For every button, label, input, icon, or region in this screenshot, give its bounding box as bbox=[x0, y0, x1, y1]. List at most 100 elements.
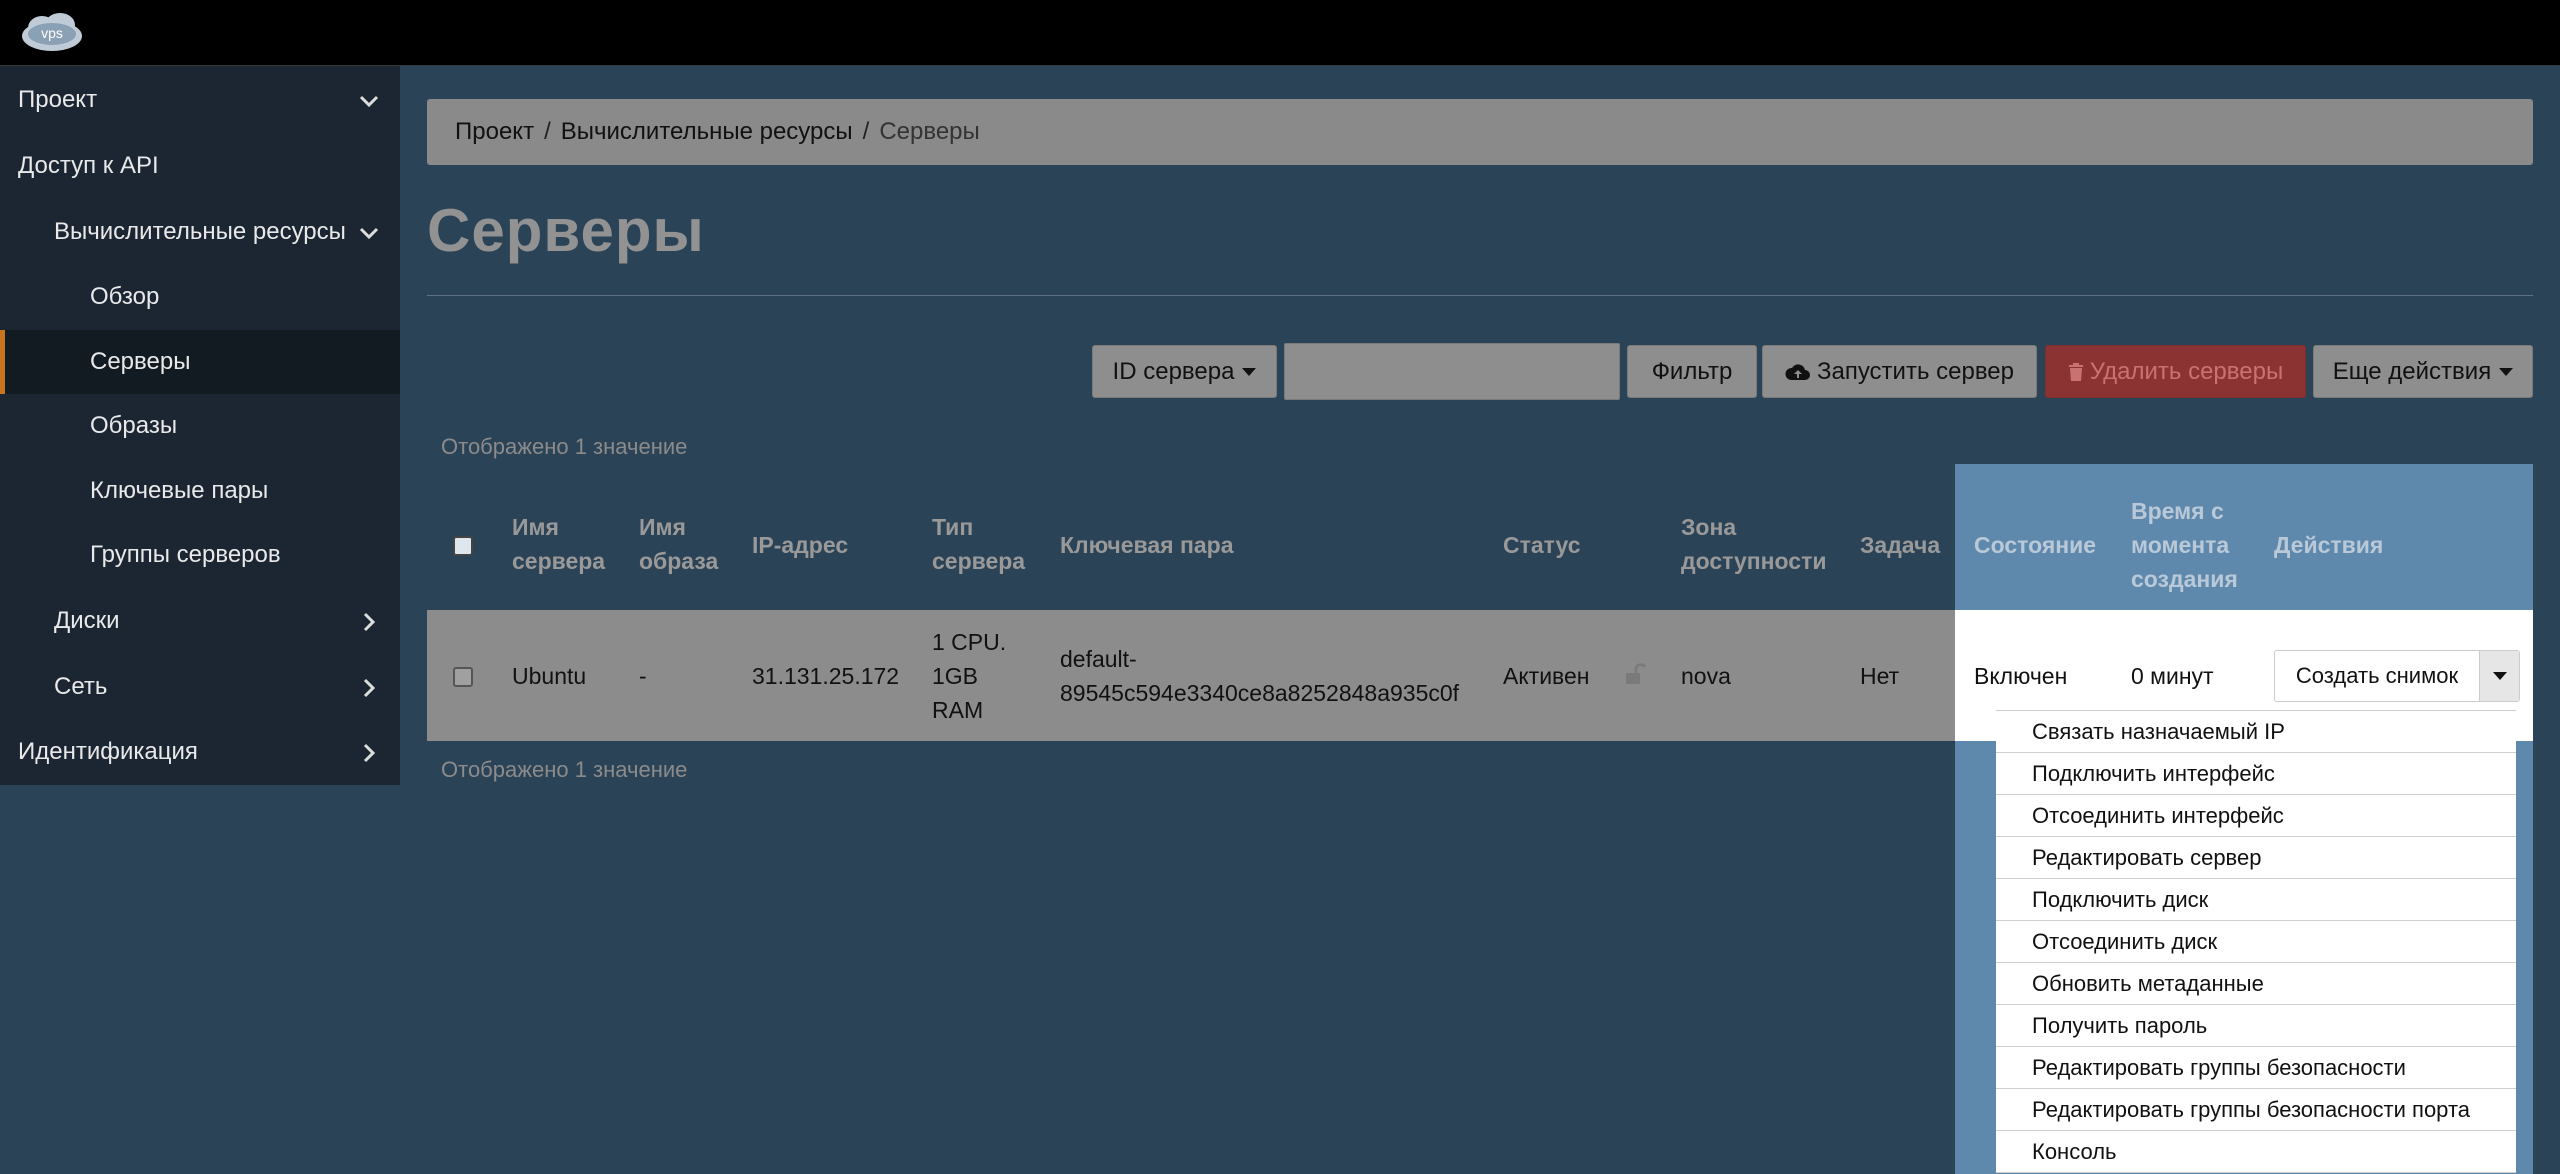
header-line: сервера bbox=[512, 548, 606, 574]
top-navbar: vps bbox=[0, 0, 2560, 66]
menu-item-edit-server[interactable]: Редактировать сервер bbox=[1996, 837, 2516, 879]
header-line: Тип bbox=[932, 514, 974, 540]
caret-down-icon bbox=[2499, 367, 2514, 376]
row-actions-menu: Связать назначаемый IP Подключить интерф… bbox=[1996, 710, 2516, 1173]
column-header-name[interactable]: Имя сервера bbox=[512, 510, 605, 578]
items-count-bottom: Отображено 1 значение bbox=[441, 757, 688, 782]
sidebar-item-volumes[interactable]: Диски bbox=[0, 589, 400, 653]
column-header-keypair[interactable]: Ключевая пара bbox=[1060, 528, 1234, 562]
chevron-down-icon bbox=[359, 95, 379, 108]
create-snapshot-button[interactable]: Создать снимок bbox=[2275, 651, 2479, 701]
sidebar-item-label: Диски bbox=[54, 607, 120, 634]
menu-item-edit-security-groups[interactable]: Редактировать группы безопасности bbox=[1996, 1047, 2516, 1089]
cell-line: RAM bbox=[932, 697, 984, 723]
sidebar-item-label: Обзор bbox=[90, 283, 160, 310]
menu-item-associate-floating-ip[interactable]: Связать назначаемый IP bbox=[1996, 711, 2516, 753]
cell-line: 89545c594e3340ce8a8252848a935c0f bbox=[1060, 680, 1460, 706]
cloud-logo-icon[interactable]: vps bbox=[16, 10, 88, 56]
sidebar-item-images[interactable]: Образы bbox=[0, 394, 400, 458]
menu-item-detach-interface[interactable]: Отсоединить интерфейс bbox=[1996, 795, 2516, 837]
cell-task: Нет bbox=[1860, 663, 1900, 689]
trash-icon bbox=[2068, 362, 2083, 381]
header-line: Статус bbox=[1503, 532, 1581, 558]
column-header-task[interactable]: Задача bbox=[1860, 528, 1940, 562]
header-line: Состояние bbox=[1974, 532, 2097, 558]
caret-down-icon bbox=[1242, 367, 1257, 376]
sidebar-item-label: Сеть bbox=[54, 673, 108, 700]
sidebar-item-label: Доступ к API bbox=[18, 152, 159, 179]
filter-button-label: Фильтр bbox=[1651, 357, 1733, 385]
header-line: Задача bbox=[1860, 532, 1941, 558]
chevron-right-icon bbox=[363, 743, 376, 763]
title-divider bbox=[427, 295, 2533, 296]
cell-image-name: - bbox=[639, 663, 647, 689]
cell-line: 1GB bbox=[932, 663, 979, 689]
column-header-age[interactable]: Время с момента создания bbox=[2131, 494, 2238, 596]
column-header-status[interactable]: Статус bbox=[1503, 528, 1581, 562]
breadcrumb-item-project[interactable]: Проект bbox=[455, 118, 534, 146]
cell-line: default- bbox=[1060, 646, 1137, 672]
cell-line: 1 CPU. bbox=[932, 629, 1007, 655]
sidebar-item-overview[interactable]: Обзор bbox=[0, 265, 400, 329]
unlock-icon bbox=[1626, 663, 1646, 684]
caret-down-icon bbox=[2492, 672, 2507, 680]
column-header-zone[interactable]: Зона доступности bbox=[1681, 510, 1827, 578]
sidebar-item-compute[interactable]: Вычислительные ресурсы bbox=[0, 200, 400, 264]
chevron-right-icon bbox=[363, 612, 376, 632]
sidebar-item-label: Вычислительные ресурсы bbox=[54, 218, 346, 245]
sidebar-item-identity[interactable]: Идентификация bbox=[0, 720, 400, 784]
launch-server-button[interactable]: Запустить сервер bbox=[1762, 345, 2037, 398]
chevron-right-icon bbox=[363, 678, 376, 698]
cell-server-name[interactable]: Ubuntu bbox=[512, 659, 586, 693]
menu-item-update-metadata[interactable]: Обновить метаданные bbox=[1996, 963, 2516, 1005]
menu-item-attach-interface[interactable]: Подключить интерфейс bbox=[1996, 753, 2516, 795]
header-line: Действия bbox=[2274, 532, 2384, 558]
more-actions-dropdown[interactable]: Еще действия bbox=[2313, 345, 2533, 398]
filter-field-dropdown[interactable]: ID сервера bbox=[1092, 345, 1277, 398]
sidebar-item-server-groups[interactable]: Группы серверов bbox=[0, 523, 400, 587]
sidebar-item-project[interactable]: Проект bbox=[0, 68, 400, 132]
cell-zone: nova bbox=[1681, 663, 1731, 689]
column-header-image[interactable]: Имя образа bbox=[639, 510, 718, 578]
items-count: Отображено 1 значение bbox=[441, 434, 688, 459]
breadcrumb-item-compute[interactable]: Вычислительные ресурсы bbox=[561, 118, 853, 146]
menu-item-retrieve-password[interactable]: Получить пароль bbox=[1996, 1005, 2516, 1047]
select-all-checkbox[interactable] bbox=[453, 536, 473, 556]
menu-item-attach-volume[interactable]: Подключить диск bbox=[1996, 879, 2516, 921]
row-actions-toggle[interactable] bbox=[2479, 651, 2519, 701]
header-line: Зона bbox=[1681, 514, 1737, 540]
column-header-actions: Действия bbox=[2274, 528, 2383, 562]
column-header-ip[interactable]: IP-адрес bbox=[752, 528, 848, 562]
sidebar-item-api-access[interactable]: Доступ к API bbox=[0, 134, 400, 198]
row-checkbox[interactable] bbox=[453, 667, 473, 687]
sidebar-item-network[interactable]: Сеть bbox=[0, 655, 400, 719]
sidebar-item-label: Образы bbox=[90, 412, 178, 439]
search-input[interactable] bbox=[1284, 343, 1620, 400]
sidebar-item-keypairs[interactable]: Ключевые пары bbox=[0, 459, 400, 523]
cell-status: Активен bbox=[1503, 663, 1590, 689]
logo-text: vps bbox=[41, 25, 63, 41]
page-title: Серверы bbox=[427, 197, 705, 264]
cell-ip-address: 31.131.25.172 bbox=[752, 663, 900, 689]
sidebar-item-label: Проект bbox=[18, 86, 98, 113]
header-line: Имя bbox=[639, 514, 686, 540]
menu-item-detach-volume[interactable]: Отсоединить диск bbox=[1996, 921, 2516, 963]
menu-item-console[interactable]: Консоль bbox=[1996, 1131, 2516, 1173]
more-actions-label: Еще действия bbox=[2332, 357, 2492, 385]
header-line: Ключевая пара bbox=[1060, 532, 1234, 558]
sidebar-item-servers[interactable]: Серверы bbox=[0, 330, 400, 394]
column-header-state[interactable]: Состояние bbox=[1974, 528, 2096, 562]
header-line: сервера bbox=[932, 548, 1026, 574]
cell-keypair: default- 89545c594e3340ce8a8252848a935c0… bbox=[1060, 642, 1459, 710]
column-header-type[interactable]: Тип сервера bbox=[932, 510, 1025, 578]
filter-button[interactable]: Фильтр bbox=[1627, 345, 1757, 398]
cell-power-state: Включен bbox=[1974, 663, 2068, 689]
header-line: создания bbox=[2131, 566, 2238, 592]
delete-servers-button[interactable]: Удалить серверы bbox=[2045, 345, 2306, 398]
sidebar-item-label: Группы серверов bbox=[90, 541, 281, 568]
menu-item-edit-port-security-groups[interactable]: Редактировать группы безопасности порта bbox=[1996, 1089, 2516, 1131]
cell-age: 0 минут bbox=[2131, 663, 2214, 689]
breadcrumb-item-current: Серверы bbox=[879, 118, 980, 145]
header-line: Время с bbox=[2131, 498, 2224, 524]
cell-server-type: 1 CPU. 1GB RAM bbox=[932, 625, 1006, 727]
